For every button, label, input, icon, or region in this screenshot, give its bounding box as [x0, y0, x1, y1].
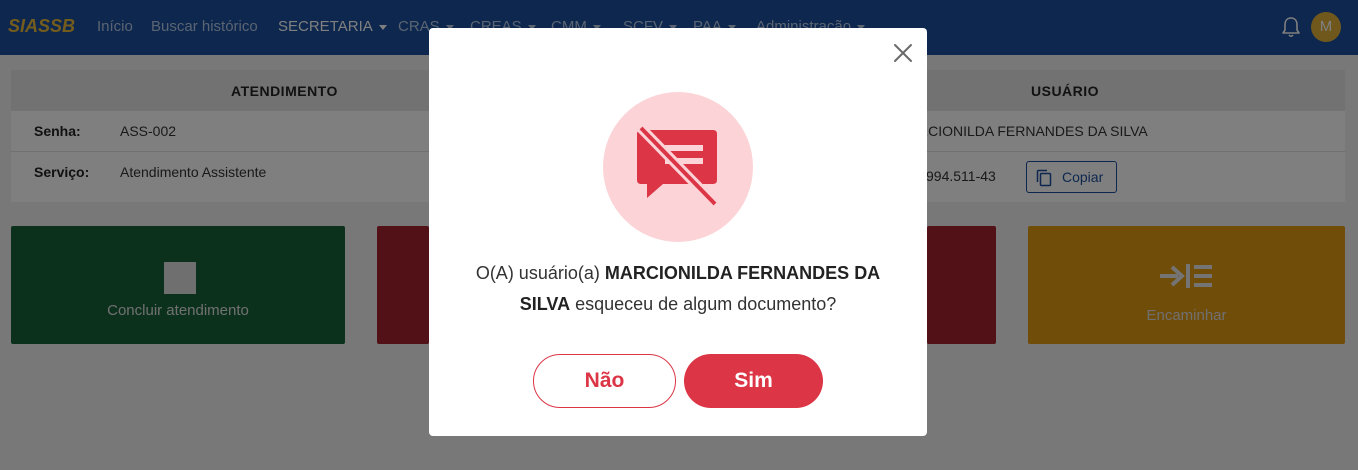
confirm-dialog: O(A) usuário(a) MARCIONILDA FERNANDES DA…	[429, 28, 927, 436]
message-off-icon	[637, 126, 719, 208]
dialog-message: O(A) usuário(a) MARCIONILDA FERNANDES DA…	[449, 258, 907, 320]
close-icon[interactable]	[892, 42, 914, 64]
dialog-message-suffix: esqueceu de algum documento?	[570, 294, 837, 314]
dialog-message-prefix: O(A) usuário(a)	[475, 263, 605, 283]
no-button[interactable]: Não	[533, 354, 676, 408]
message-off-icon-circle	[603, 92, 753, 242]
yes-button[interactable]: Sim	[684, 354, 823, 408]
